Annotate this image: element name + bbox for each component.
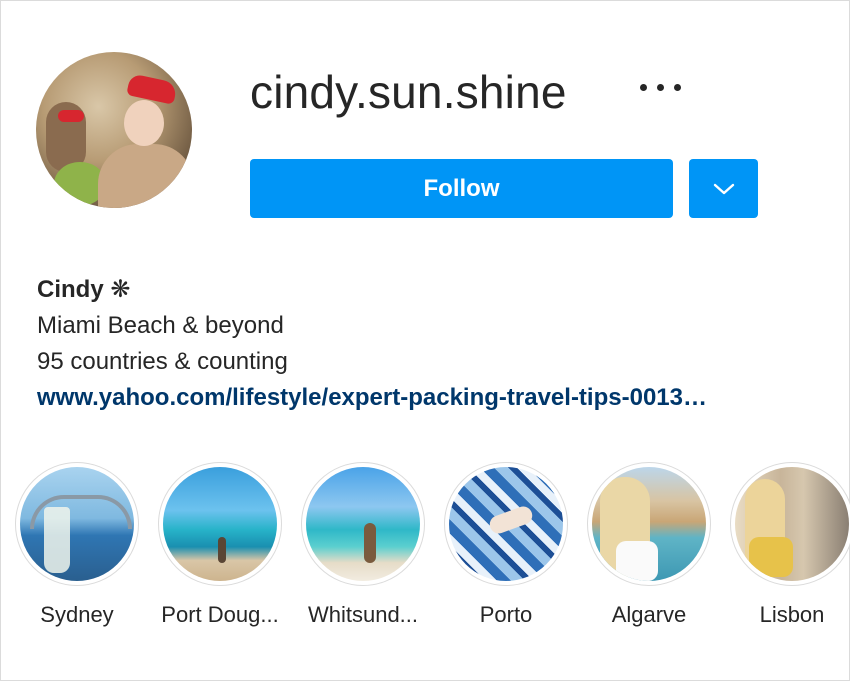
bio-text-1: Miami Beach & beyond [37, 312, 284, 339]
avatar-body [98, 144, 192, 208]
highlight-item[interactable]: Sydney [14, 462, 140, 628]
highlight-ring [730, 462, 850, 586]
highlight-ring [15, 462, 139, 586]
highlight-label: Port Doug... [161, 602, 279, 627]
highlight-label: Sydney [40, 602, 114, 627]
highlight-ring [587, 462, 711, 586]
highlight-ring [444, 462, 568, 586]
profile-bio: Cindy ❋ Miami Beach & beyond 95 countrie… [37, 272, 707, 416]
profile-avatar[interactable] [36, 52, 192, 208]
highlight-label: Algarve [611, 602, 687, 627]
avatar-face [124, 100, 164, 146]
highlight-ring [158, 462, 282, 586]
highlight-item[interactable]: Algarve [586, 462, 712, 628]
profile-website-link[interactable]: www.yahoo.com/lifestyle/expert-packing-t… [37, 380, 707, 416]
highlight-cover-algarve [592, 467, 706, 581]
highlight-label: Whitsund... [307, 602, 419, 627]
highlight-cover-porto [449, 467, 563, 581]
bio-line-2: 95 countries & counting [37, 344, 707, 380]
more-horizontal-icon[interactable] [638, 78, 684, 98]
highlight-item[interactable]: Lisbon [729, 462, 850, 628]
highlight-item[interactable]: Port Doug... [157, 462, 283, 628]
bio-line-1: Miami Beach & beyond [37, 308, 707, 344]
highlight-cover-port-douglas [163, 467, 277, 581]
bio-text-2: 95 countries & counting [37, 348, 288, 375]
highlight-cover-sydney [20, 467, 134, 581]
highlight-ring [301, 462, 425, 586]
profile-username: cindy.sun.shine [250, 66, 567, 118]
highlight-cover-lisbon [735, 467, 849, 581]
highlight-item[interactable]: Porto [443, 462, 569, 628]
profile-display-name: Cindy ❋ [37, 276, 131, 303]
highlight-label: Lisbon [759, 602, 825, 627]
avatar-hat [126, 73, 178, 105]
highlight-cover-whitsundays [306, 467, 420, 581]
follow-button[interactable]: Follow [250, 159, 673, 218]
chevron-down-icon [713, 183, 734, 194]
highlight-label: Porto [479, 602, 533, 627]
highlight-item[interactable]: Whitsund... [300, 462, 426, 628]
avatar-bg-hat [58, 110, 84, 122]
story-highlights: Sydney Port Doug... Whitsund... Porto Al… [14, 462, 850, 642]
suggested-accounts-button[interactable] [689, 159, 758, 218]
